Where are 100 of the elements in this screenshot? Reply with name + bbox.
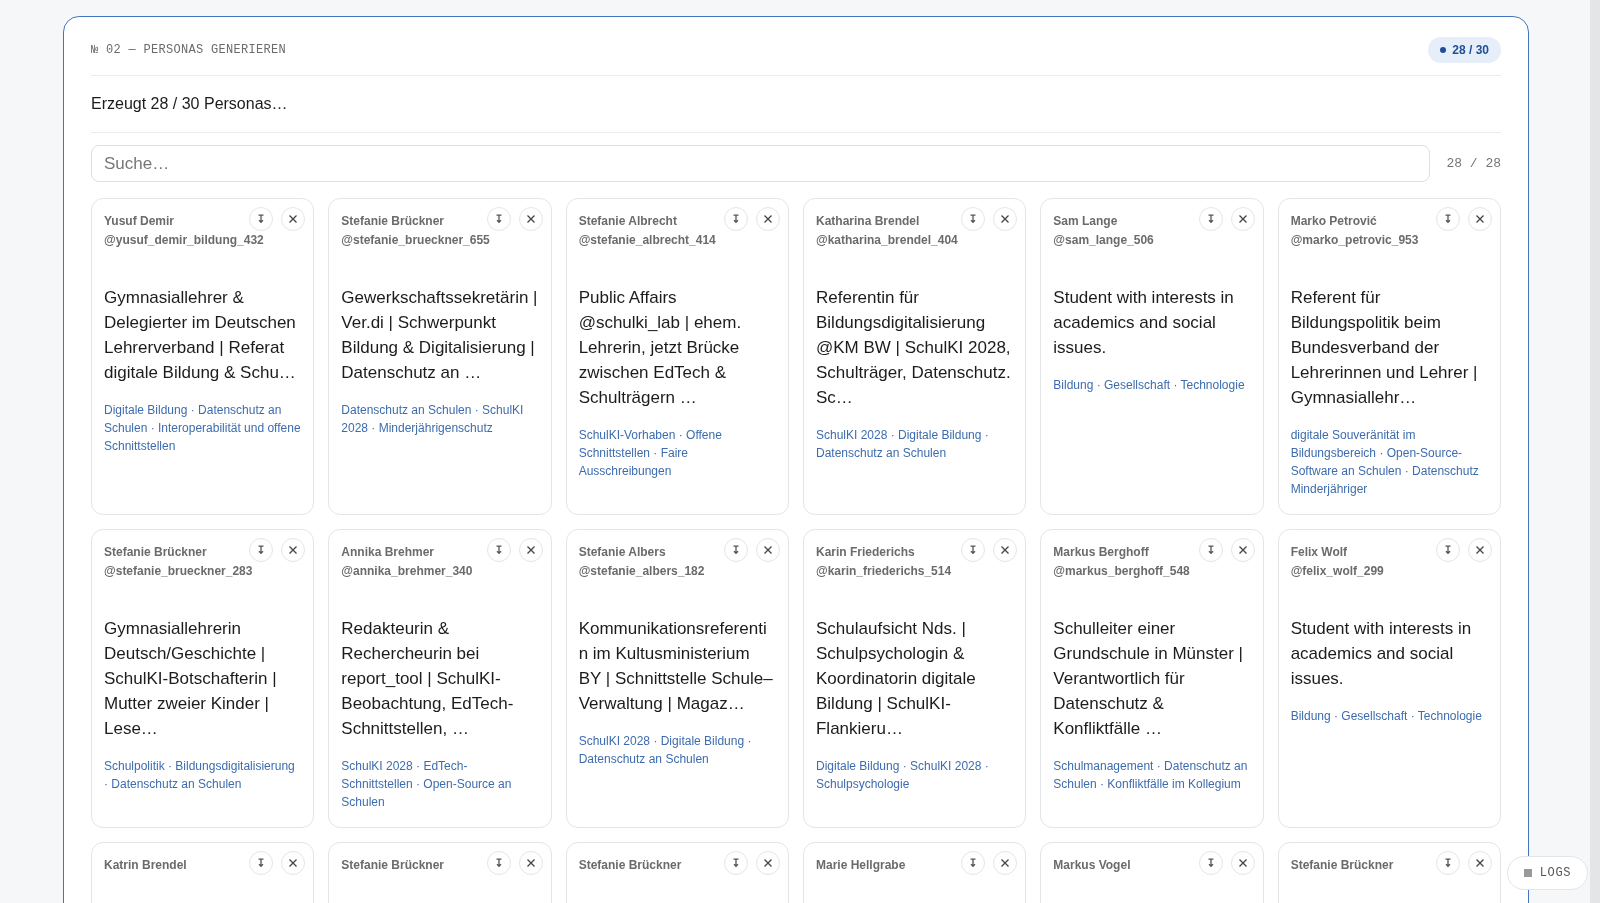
persona-name: Katharina Brendel xyxy=(816,213,921,230)
arrow-down-icon xyxy=(1443,545,1453,555)
persona-name: Felix Wolf xyxy=(1290,544,1349,561)
pin-button[interactable] xyxy=(486,538,511,562)
pin-button[interactable] xyxy=(961,207,986,231)
pin-button[interactable] xyxy=(724,207,748,231)
logs-button[interactable]: LOGS xyxy=(1506,856,1588,890)
arrow-down-icon xyxy=(731,545,741,555)
remove-button[interactable] xyxy=(281,851,306,875)
persona-bio: Redakteurin & Rechercheurin bei report_tool | SchulKI-Beobachtung, EdTech-Schnittstellen, … xyxy=(341,618,515,740)
remove-button[interactable] xyxy=(993,207,1018,231)
result-count: 28 / 28 xyxy=(1446,154,1501,173)
remove-button[interactable] xyxy=(518,207,543,231)
persona-tags: Bildung · Gesellschaft · Technologie xyxy=(1053,376,1255,394)
persona-name: Marko Petrović xyxy=(1290,213,1378,230)
remove-button[interactable] xyxy=(756,851,780,875)
persona-bio: Public Affairs @schulki_lab | ehem. Lehrerin, jetzt Brücke zwischen EdTech & Schulträgern … xyxy=(578,287,743,409)
arrow-down-icon xyxy=(968,858,979,868)
pin-button[interactable] xyxy=(1436,538,1460,562)
persona-bio: Kommunikationsreferentin im Kultusministerium BY | Schnittstelle Schule–Verwaltung | Magaz… xyxy=(578,618,774,715)
close-icon xyxy=(763,214,773,224)
search-field[interactable]: Suche… xyxy=(91,145,1431,182)
remove-button[interactable] xyxy=(1468,207,1492,231)
persona-name: Stefanie Brückner xyxy=(104,544,208,561)
remove-button[interactable] xyxy=(518,538,543,562)
arrow-down-icon xyxy=(731,214,741,224)
pin-button[interactable] xyxy=(486,851,511,875)
remove-button[interactable] xyxy=(1468,538,1492,562)
persona-name: Sam Lange xyxy=(1053,213,1119,230)
persona-handle: @annika_brehmer_340 xyxy=(341,563,474,580)
log-icon xyxy=(1523,869,1532,877)
persona-bio: Student with interests in academics and social issues. xyxy=(1053,287,1235,359)
pin-button[interactable] xyxy=(249,851,274,875)
pin-button[interactable] xyxy=(724,538,748,562)
persona-handle: @sam_lange_506 xyxy=(1053,232,1155,249)
close-icon xyxy=(1000,858,1011,868)
persona-bio: Gymnasiallehrerin Deutsch/Geschichte | SchulKI-Botschafterin | Mutter zweier Kinder | Lese… xyxy=(104,618,278,740)
remove-button[interactable] xyxy=(1230,207,1255,231)
persona-name: Yusuf Demir xyxy=(104,213,176,230)
pin-button[interactable] xyxy=(961,538,986,562)
persona-handle: @stefanie_brueckner_655 xyxy=(341,232,491,249)
persona-bio: Gewerkschaftssekretärin | Ver.di | Schwerpunkt Bildung & Digitalisierung | Datenschutz an … xyxy=(341,287,539,384)
close-icon xyxy=(525,214,536,224)
persona-name: Annika Brehmer xyxy=(341,544,436,561)
persona-tags: Datenschutz an Schulen · SchulKI 2028 · Minderjährigenschutz xyxy=(341,401,543,437)
persona-bio: Referent für Bildungspolitik beim Bundesverband der Lehrerinnen und Lehrer | Gymnasiallehr… xyxy=(1290,287,1479,409)
persona-handle: @stefanie_brueckner_283 xyxy=(104,563,254,580)
persona-name: Stefanie Albrecht xyxy=(578,213,678,230)
persona-tags: Digitale Bildung · SchulKI 2028 · Schulpsychologie xyxy=(816,757,1018,793)
arrow-down-icon xyxy=(256,214,267,224)
close-icon xyxy=(763,858,773,868)
arrow-down-icon xyxy=(1443,214,1453,224)
remove-button[interactable] xyxy=(756,538,780,562)
persona-handle: @karin_friederichs_514 xyxy=(816,563,953,580)
persona-handle: @katharina_brendel_404 xyxy=(816,232,959,249)
remove-button[interactable] xyxy=(756,207,780,231)
pin-button[interactable] xyxy=(1436,207,1460,231)
pin-button[interactable] xyxy=(1436,851,1460,875)
persona-name: Karin Friederichs xyxy=(816,544,916,561)
remove-button[interactable] xyxy=(1468,851,1492,875)
close-icon xyxy=(1237,214,1248,224)
remove-button[interactable] xyxy=(281,207,306,231)
persona-name: Stefanie Brückner xyxy=(341,857,446,874)
persona-bio: Gymnasiallehrer & Delegierter im Deutschen Lehrerverband | Referat digitale Bildung & Schu… xyxy=(104,287,297,384)
remove-button[interactable] xyxy=(993,538,1018,562)
close-icon xyxy=(1000,214,1011,224)
pin-button[interactable] xyxy=(1198,538,1223,562)
persona-name: Markus Berghoff xyxy=(1053,544,1150,561)
section-label: № 02 — PERSONAS GENERIEREN xyxy=(91,42,287,59)
persona-handle: @stefanie_albrecht_414 xyxy=(578,232,717,249)
pin-button[interactable] xyxy=(1198,851,1223,875)
pin-button[interactable] xyxy=(1198,207,1223,231)
persona-name: Markus Vogel xyxy=(1053,857,1132,874)
persona-handle: @stefanie_albers_182 xyxy=(578,563,706,580)
remove-button[interactable] xyxy=(281,538,306,562)
pin-button[interactable] xyxy=(486,207,511,231)
pin-button[interactable] xyxy=(249,538,274,562)
persona-name: Marie Hellgrabe xyxy=(816,857,907,874)
persona-tags: Schulpolitik · Bildungsdigitalisierung · Datenschutz an Schulen xyxy=(104,757,306,793)
remove-button[interactable] xyxy=(1230,851,1255,875)
close-icon xyxy=(1237,858,1248,868)
persona-tags: Digitale Bildung · Datenschutz an Schulen · Interoperabilität und offene Schnittstellen xyxy=(104,401,306,455)
persona-bio: Student with interests in academics and social issues. xyxy=(1290,618,1473,690)
close-icon xyxy=(1475,545,1485,555)
status-text: Erzeugt 28 / 30 Personas… xyxy=(91,94,289,114)
remove-button[interactable] xyxy=(518,851,543,875)
pin-button[interactable] xyxy=(724,851,748,875)
arrow-down-icon xyxy=(256,545,267,555)
pin-button[interactable] xyxy=(249,207,274,231)
remove-button[interactable] xyxy=(993,851,1018,875)
persona-tags: SchulKI 2028 · EdTech-Schnittstellen · Open-Source an Schulen xyxy=(341,757,543,811)
pin-button[interactable] xyxy=(961,851,986,875)
persona-name: Stefanie Brückner xyxy=(1290,857,1395,874)
remove-button[interactable] xyxy=(1230,538,1255,562)
close-icon xyxy=(1000,545,1011,555)
persona-name: Stefanie Albers xyxy=(578,544,667,561)
arrow-down-icon xyxy=(1443,858,1453,868)
persona-tags: SchulKI 2028 · Digitale Bildung · Datenschutz an Schulen xyxy=(816,426,1018,462)
close-icon xyxy=(525,545,536,555)
close-icon xyxy=(1475,214,1485,224)
